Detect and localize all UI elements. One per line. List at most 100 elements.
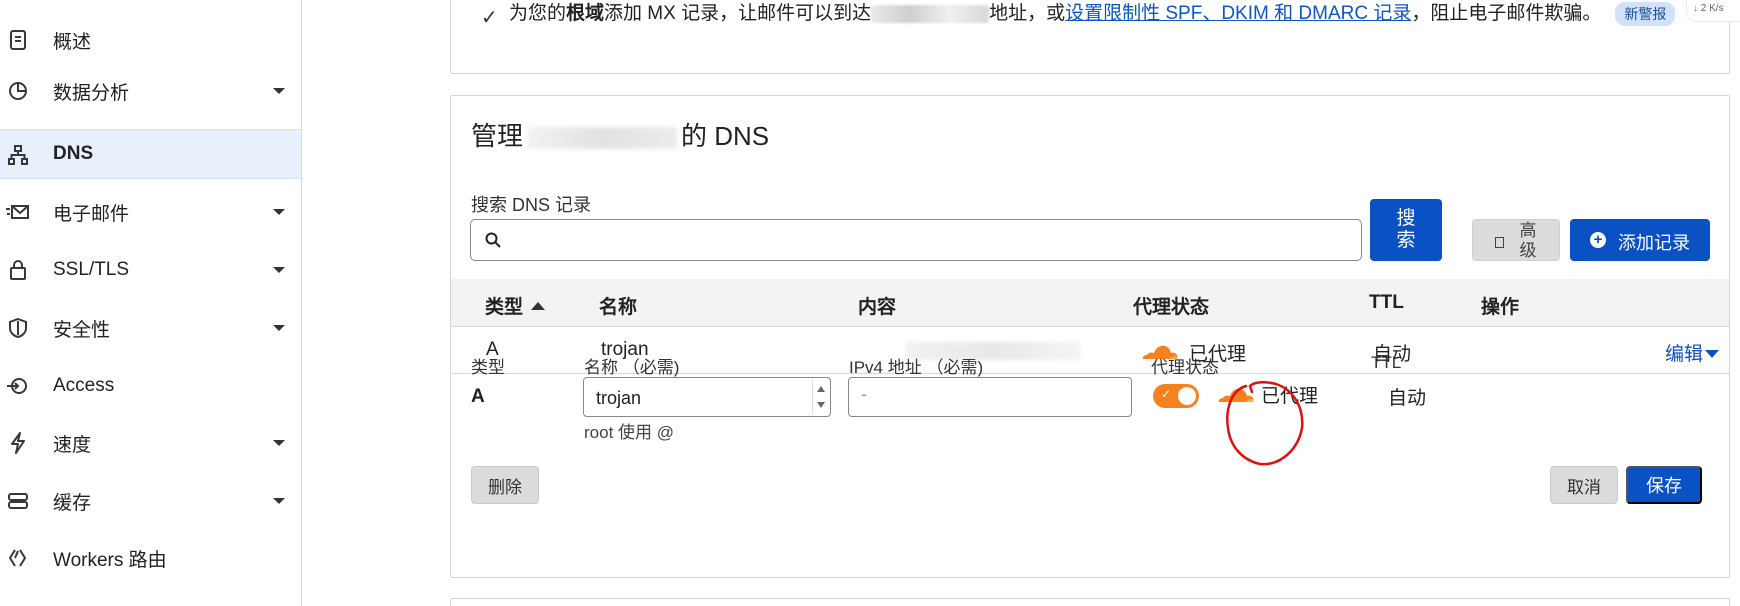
- form-type-value: A: [471, 386, 485, 407]
- sidebar-item-label: 数据分析: [53, 82, 130, 104]
- form-type-label: 类型: [471, 358, 505, 377]
- search-icon: [485, 232, 501, 248]
- toggle-knob: [1178, 387, 1196, 405]
- search-field[interactable]: [470, 219, 1362, 261]
- plus-circle-icon: +: [1590, 232, 1606, 248]
- check-icon: ✓: [481, 7, 498, 29]
- pie-chart-icon: [6, 79, 30, 103]
- table-header: 类型 名称 内容 代理状态 TTL 操作: [451, 279, 1729, 327]
- speed-unit: K/s: [1709, 3, 1724, 14]
- delete-button[interactable]: 删除: [471, 466, 539, 504]
- name-hint: root 使用 @: [584, 423, 674, 442]
- sidebar-item-analytics[interactable]: 数据分析: [0, 66, 301, 116]
- spf-dkim-dmarc-link[interactable]: 设置限制性 SPF、DKIM 和 DMARC 记录: [1065, 3, 1411, 24]
- title-suffix: 的 DNS: [681, 121, 770, 151]
- page-title: 管理 的 DNS: [471, 116, 769, 153]
- form-proxy-label: 代理状态: [1151, 358, 1219, 377]
- speed-value: 2: [1700, 3, 1707, 14]
- chevron-down-icon: [273, 440, 285, 446]
- search-button[interactable]: 搜索: [1370, 199, 1442, 261]
- new-alert-badge: 新警报: [1615, 1, 1676, 26]
- document-icon: [1495, 237, 1504, 248]
- network-icon: [6, 143, 30, 167]
- chevron-down-icon: [273, 267, 285, 273]
- advanced-button[interactable]: 高级: [1472, 219, 1560, 261]
- sidebar-item-label: 速度: [53, 434, 92, 456]
- banner-text-part: 地址，或: [989, 3, 1066, 24]
- name-input[interactable]: trojan: [583, 377, 831, 417]
- form-name-label: 名称 （必需): [584, 358, 680, 377]
- redacted-domain: [527, 127, 678, 150]
- column-type-label: 类型: [485, 297, 524, 318]
- proxy-toggle[interactable]: ✓: [1153, 384, 1199, 408]
- sidebar-item-label: 概述: [53, 31, 92, 53]
- add-record-button[interactable]: + 添加记录: [1570, 219, 1710, 261]
- sidebar-item-access[interactable]: Access: [0, 361, 301, 411]
- form-proxy-value: 已代理: [1261, 386, 1319, 407]
- dns-management-card: 管理 的 DNS 搜索 DNS 记录 搜索 高级 + 添加记录 类型 名称 内容 …: [450, 95, 1730, 578]
- save-button[interactable]: 保存: [1626, 466, 1702, 504]
- sidebar: 概述 数据分析 DNS 电子邮件 SSL/TLS 安全性 Access 速度 缓…: [0, 0, 302, 606]
- chevron-down-icon: [273, 498, 285, 504]
- column-proxy-status: 代理状态: [1133, 297, 1210, 318]
- sidebar-item-cache[interactable]: 缓存: [0, 476, 301, 526]
- cancel-button[interactable]: 取消: [1550, 466, 1618, 504]
- edit-record-link[interactable]: 编辑: [1665, 339, 1720, 366]
- ipv4-input-value: -: [861, 384, 867, 404]
- database-icon: [6, 489, 30, 513]
- email-icon: [6, 200, 30, 224]
- download-arrow-icon: ↓: [1693, 3, 1698, 14]
- chevron-down-icon: [273, 325, 285, 331]
- banner-text-part: ，阻止电子邮件欺骗。: [1411, 3, 1602, 24]
- sidebar-item-label: Access: [53, 375, 115, 396]
- sidebar-item-workers-routes[interactable]: Workers 路由: [0, 533, 301, 583]
- search-input[interactable]: [511, 226, 1351, 254]
- sidebar-item-email[interactable]: 电子邮件: [0, 187, 301, 237]
- workers-icon: [6, 546, 30, 570]
- form-ip-label: IPv4 地址 （必需): [849, 358, 984, 377]
- column-ttl: TTL: [1369, 292, 1404, 313]
- sidebar-item-label: 电子邮件: [53, 203, 130, 225]
- sidebar-item-label: SSL/TLS: [53, 259, 130, 280]
- sidebar-item-label: 安全性: [53, 319, 111, 341]
- add-record-label: 添加记录: [1618, 233, 1690, 253]
- chevron-down-icon: [1705, 350, 1720, 358]
- banner-text-bold: 根域: [566, 3, 605, 24]
- sidebar-item-security[interactable]: 安全性: [0, 303, 301, 353]
- advanced-button-label: 高级: [1519, 221, 1537, 260]
- name-input-value: trojan: [596, 388, 642, 408]
- network-speed-indicator: ↓ 2 K/s: [1686, 0, 1740, 22]
- sidebar-more-indicator: ....: [10, 596, 30, 606]
- banner-text-part: 添加 MX 记录，让邮件可以到达: [604, 3, 872, 24]
- sidebar-item-speed[interactable]: 速度: [0, 418, 301, 468]
- banner-text: 为您的根域添加 MX 记录，让邮件可以到达 地址，或设置限制性 SPF、DKIM …: [509, 0, 1709, 29]
- document-icon: [6, 28, 30, 52]
- sidebar-item-label: 缓存: [53, 492, 92, 514]
- form-ttl-value[interactable]: 自动: [1388, 383, 1426, 410]
- sidebar-item-overview[interactable]: 概述: [0, 15, 301, 65]
- access-icon: [6, 374, 30, 398]
- banner-text-part: 为您的: [509, 3, 567, 24]
- shield-icon: [6, 316, 30, 340]
- sidebar-item-label: DNS: [53, 143, 94, 164]
- column-content: 内容: [858, 297, 897, 318]
- next-card: [450, 598, 1730, 606]
- lightning-icon: [6, 431, 30, 455]
- sort-ascending-icon: [531, 302, 546, 310]
- lock-icon: [6, 258, 30, 282]
- search-label: 搜索 DNS 记录: [471, 195, 592, 215]
- form-ttl-label: TTL: [1371, 353, 1402, 372]
- sidebar-item-ssl-tls[interactable]: SSL/TLS: [0, 245, 301, 295]
- chevron-down-icon: [273, 209, 285, 215]
- check-icon: ✓: [1161, 387, 1172, 401]
- column-actions: 操作: [1481, 297, 1520, 318]
- orange-cloud-icon: [1218, 388, 1254, 402]
- chevron-down-icon: [273, 88, 285, 94]
- input-spinner[interactable]: [812, 380, 828, 414]
- sidebar-item-dns[interactable]: DNS: [0, 129, 301, 179]
- column-type[interactable]: 类型: [485, 292, 546, 319]
- column-name: 名称: [599, 297, 638, 318]
- sidebar-item-label: Workers 路由: [53, 549, 167, 571]
- ipv4-input[interactable]: -: [848, 377, 1132, 417]
- redacted-domain: [871, 4, 990, 23]
